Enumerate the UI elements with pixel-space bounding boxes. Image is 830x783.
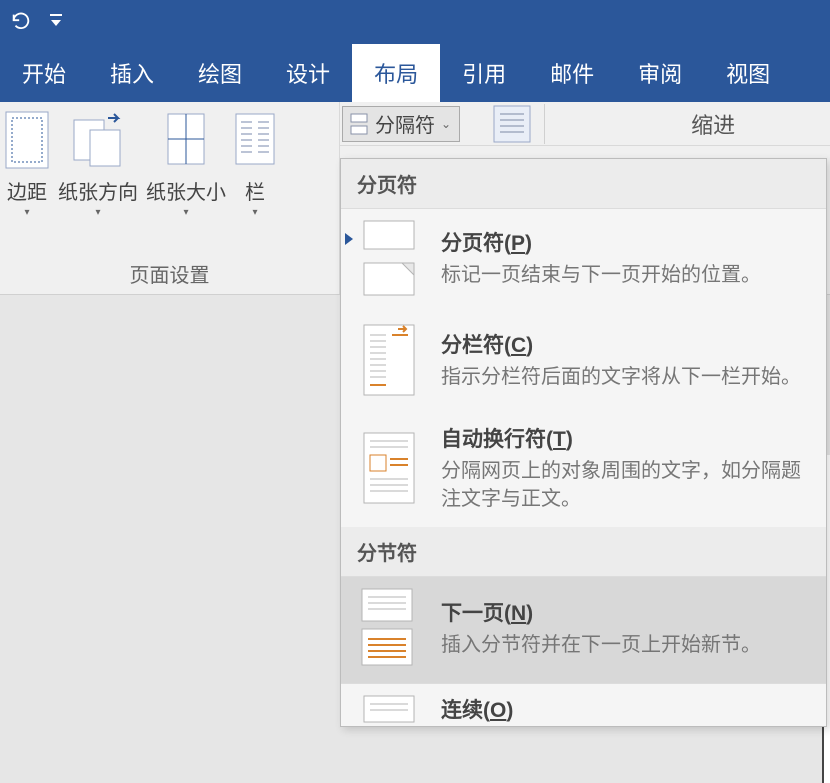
menu-item-title: 自动换行符(T) bbox=[441, 423, 812, 453]
chevron-down-icon: ▾ bbox=[252, 207, 257, 218]
breaks-dropdown-menu: 分页符 分页符(P) 标记一页结束与下一页开始的位置。 bbox=[340, 158, 827, 727]
undo-icon[interactable] bbox=[10, 11, 32, 33]
menu-item-title: 下一页(N) bbox=[441, 597, 812, 627]
tab-design[interactable]: 设计 bbox=[264, 44, 352, 102]
chevron-down-icon: ▾ bbox=[95, 207, 100, 218]
tab-home[interactable]: 开始 bbox=[0, 44, 88, 102]
section-header-page-breaks: 分页符 bbox=[341, 159, 826, 209]
group-page-setup: 边距 ▾ 纸张方向 ▾ 纸张大小 ▾ bbox=[0, 102, 340, 294]
menu-item-title: 分页符(P) bbox=[441, 227, 812, 257]
current-marker-icon bbox=[345, 233, 353, 245]
tab-review[interactable]: 审阅 bbox=[616, 44, 704, 102]
menu-item-text-wrapping-break[interactable]: 自动换行符(T) 分隔网页上的对象周围的文字，如分隔题注文字与正文。 bbox=[341, 413, 826, 527]
qat-customize-icon[interactable] bbox=[50, 14, 62, 31]
indent-group-label: 缩进 bbox=[675, 108, 735, 140]
columns-label: 栏 bbox=[245, 176, 265, 205]
section-header-section-breaks: 分节符 bbox=[341, 527, 826, 577]
tab-mailings[interactable]: 邮件 bbox=[528, 44, 616, 102]
tab-references[interactable]: 引用 bbox=[440, 44, 528, 102]
size-icon bbox=[162, 110, 210, 170]
margins-icon bbox=[4, 110, 50, 170]
group-page-setup-label: 页面设置 bbox=[0, 259, 339, 288]
column-break-icon bbox=[358, 321, 420, 399]
chevron-down-icon: ▾ bbox=[183, 207, 188, 218]
size-label: 纸张大小 bbox=[146, 176, 226, 205]
orientation-button[interactable]: 纸张方向 ▾ bbox=[54, 110, 142, 218]
tab-layout[interactable]: 布局 bbox=[352, 44, 440, 102]
margins-button[interactable]: 边距 ▾ bbox=[0, 110, 54, 218]
tab-insert[interactable]: 插入 bbox=[88, 44, 176, 102]
orientation-icon bbox=[68, 110, 128, 170]
menu-item-column-break[interactable]: 分栏符(C) 指示分栏符后面的文字将从下一栏开始。 bbox=[341, 311, 826, 413]
breaks-label: 分隔符 bbox=[375, 109, 435, 138]
quick-access-toolbar bbox=[0, 0, 830, 44]
menu-item-continuous[interactable]: 连续(O) bbox=[341, 684, 826, 726]
menu-item-title: 分栏符(C) bbox=[441, 329, 812, 359]
orientation-label: 纸张方向 bbox=[58, 176, 138, 205]
continuous-icon bbox=[358, 694, 420, 724]
menu-item-next-page[interactable]: 下一页(N) 插入分节符并在下一页上开始新节。 bbox=[341, 577, 826, 683]
columns-button[interactable]: 栏 ▾ bbox=[230, 110, 280, 218]
menu-item-desc: 指示分栏符后面的文字将从下一栏开始。 bbox=[441, 363, 812, 391]
columns-icon bbox=[234, 110, 276, 170]
breaks-dropdown-button[interactable]: 分隔符 ⌄ bbox=[342, 106, 460, 142]
text-wrap-break-icon bbox=[358, 429, 420, 507]
menu-item-desc: 插入分节符并在下一页上开始新节。 bbox=[441, 631, 812, 659]
menu-item-desc: 分隔网页上的对象周围的文字，如分隔题注文字与正文。 bbox=[441, 457, 812, 513]
chevron-down-icon: ▾ bbox=[24, 207, 29, 218]
margins-label: 边距 bbox=[7, 176, 47, 205]
size-button[interactable]: 纸张大小 ▾ bbox=[142, 110, 230, 218]
chevron-down-icon: ⌄ bbox=[441, 117, 451, 131]
ribbon-tabs: 开始 插入 绘图 设计 布局 引用 邮件 审阅 视图 bbox=[0, 44, 830, 102]
tab-view[interactable]: 视图 bbox=[704, 44, 792, 102]
next-page-icon bbox=[356, 587, 422, 669]
line-numbers-icon bbox=[490, 104, 534, 144]
tab-draw[interactable]: 绘图 bbox=[176, 44, 264, 102]
menu-item-page-break[interactable]: 分页符(P) 标记一页结束与下一页开始的位置。 bbox=[341, 209, 826, 311]
breaks-icon bbox=[349, 113, 369, 135]
menu-item-title: 连续(O) bbox=[441, 694, 812, 724]
page-break-icon bbox=[358, 219, 420, 297]
menu-item-desc: 标记一页结束与下一页开始的位置。 bbox=[441, 261, 812, 289]
